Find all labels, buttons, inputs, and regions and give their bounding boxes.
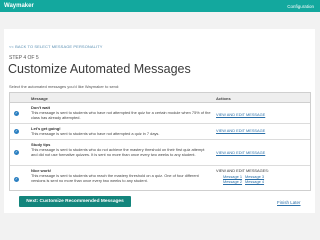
messages-table: Message Actions ✓ Don't wait This messag… — [9, 92, 311, 191]
message-description: This message is sent to students who hav… — [31, 131, 160, 136]
finish-later-link[interactable]: Finish Later — [277, 200, 301, 205]
top-navigation-bar: Waymaker Configuration — [0, 0, 320, 12]
table-row: ✓ Nice work! This message is sent to stu… — [10, 166, 310, 192]
table-row: ✓ Don't wait This message is sent to stu… — [10, 103, 310, 124]
configuration-link[interactable]: Configuration — [287, 4, 314, 9]
checkmark-circle-icon[interactable]: ✓ — [14, 110, 19, 116]
brand-logo[interactable]: Waymaker — [4, 3, 34, 9]
view-edit-message-link[interactable]: VIEW AND EDIT MESSAGE — [216, 112, 265, 117]
message-description: This message is sent to students who hav… — [31, 110, 211, 120]
message-4-link[interactable]: Message 4 — [245, 179, 264, 184]
view-edit-messages-heading: VIEW AND EDIT MESSAGES: — [216, 168, 269, 173]
checkmark-circle-icon[interactable]: ✓ — [14, 176, 19, 182]
page-title: Customize Automated Messages — [8, 62, 191, 76]
column-header-message: Message — [31, 96, 48, 101]
message-description: This message is sent to students who do … — [31, 147, 205, 157]
table-row: ✓ Study tips This message is sent to stu… — [10, 140, 310, 166]
next-customize-recommended-messages-button[interactable]: Next: Customize Recommended Messages — [19, 196, 131, 207]
table-row: ✓ Let's get going! This message is sent … — [10, 124, 310, 140]
back-link[interactable]: << BACK TO SELECT MESSAGE PERSONALITY — [9, 44, 103, 49]
message-2-link[interactable]: Message 2 — [223, 179, 242, 184]
column-header-actions: Actions — [216, 96, 231, 101]
step-indicator: STEP 4 OF 5 — [9, 55, 39, 61]
page-subtitle: Select the automated messages you'd like… — [9, 84, 120, 89]
view-edit-message-link[interactable]: VIEW AND EDIT MESSAGE — [216, 150, 265, 155]
checkmark-circle-icon[interactable]: ✓ — [14, 150, 19, 155]
checkmark-circle-icon[interactable]: ✓ — [14, 129, 19, 134]
message-description: This message is sent to students who rea… — [31, 173, 199, 183]
table-header: Message Actions — [10, 93, 310, 103]
view-edit-message-link[interactable]: VIEW AND EDIT MESSAGE — [216, 128, 265, 133]
